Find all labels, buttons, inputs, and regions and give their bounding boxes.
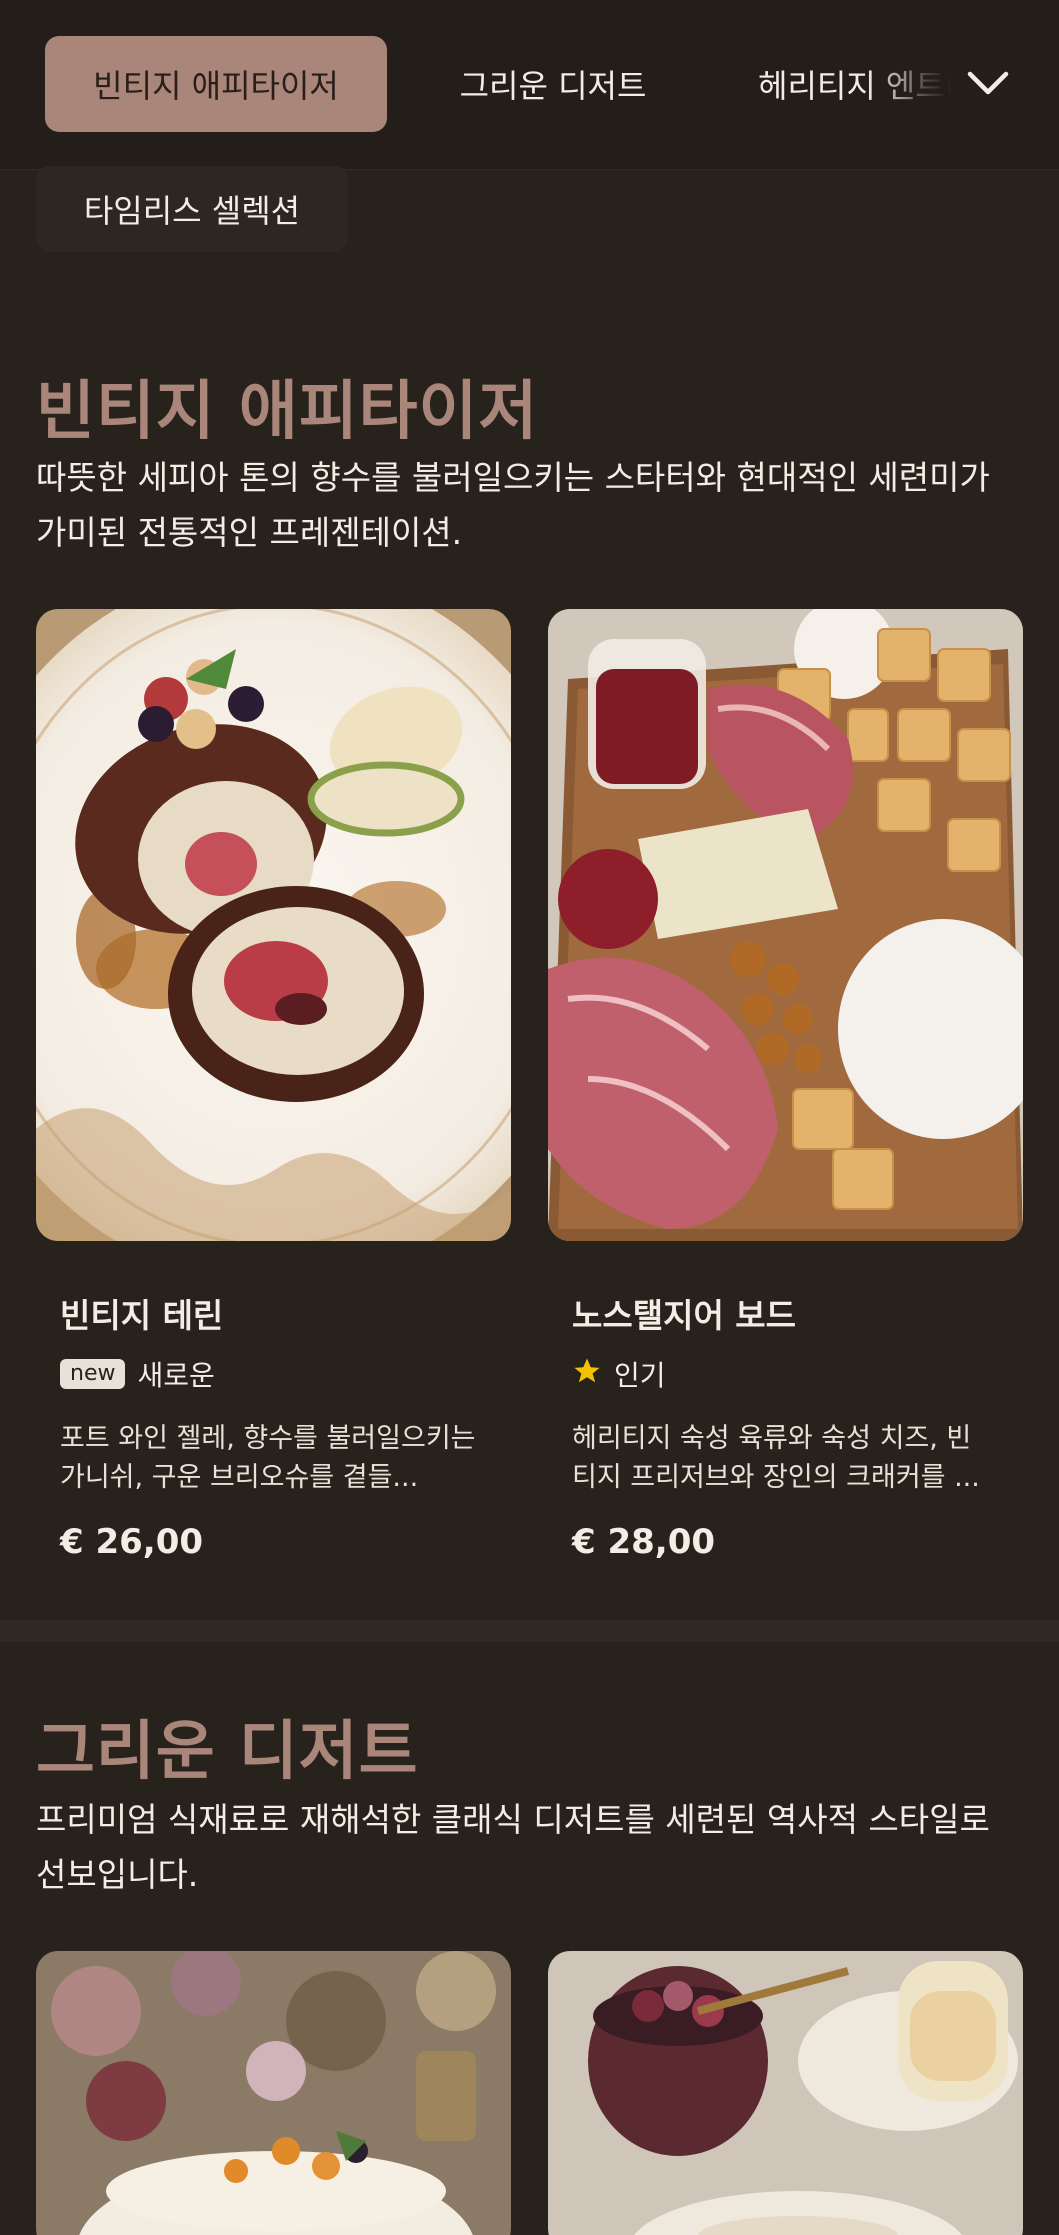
item-tag-row: 인기 bbox=[572, 1354, 666, 1394]
item-tag-label: 새로운 bbox=[137, 1359, 215, 1392]
menu-card-nostalgia-board[interactable]: 노스탤지어 보드 인기 헤리티지 숙성 육류와 숙성 치즈, 빈티지 프리저브와… bbox=[548, 609, 1023, 1609]
item-name: 빈티지 테린 bbox=[60, 1296, 224, 1335]
item-description: 헤리티지 숙성 육류와 숙성 치즈, 빈티지 프리저브와 장인의 크래커를 ..… bbox=[572, 1423, 980, 1493]
item-name: 노스탤지어 보드 bbox=[572, 1296, 797, 1335]
pudding-image bbox=[548, 1951, 1023, 2235]
section-description-appetizers: 따뜻한 세피아 톤의 향수를 불러일으키는 스타터와 현대적인 세련미가 가미된… bbox=[36, 458, 990, 552]
section-title-appetizers: 빈티지 애피타이저 bbox=[36, 375, 539, 449]
item-description: 포트 와인 젤레, 향수를 불러일으키는 가니쉬, 구운 브리오슈를 곁들... bbox=[60, 1423, 476, 1493]
item-tag-label: 인기 bbox=[614, 1359, 666, 1392]
section-title-desserts: 그리운 디저트 bbox=[36, 1715, 419, 1789]
section-description-desserts: 프리미엄 식재료로 재해석한 클래식 디저트를 세련된 역사적 스타일로 선보입… bbox=[36, 1800, 990, 1894]
new-badge: new bbox=[60, 1359, 126, 1389]
tab-nostalgic-desserts[interactable]: 그리운 디저트 bbox=[408, 36, 698, 132]
item-tag-row: new 새로운 bbox=[60, 1354, 215, 1394]
cake-image bbox=[36, 1951, 511, 2235]
item-price: € 26,00 bbox=[60, 1522, 204, 1562]
terrine-image bbox=[36, 609, 511, 1241]
charcuterie-board-image bbox=[548, 609, 1023, 1241]
chevron-down-icon[interactable] bbox=[962, 58, 1014, 110]
tab-timeless-selection[interactable]: 타임리스 셀렉션 bbox=[36, 166, 348, 252]
menu-card-dessert-1[interactable] bbox=[36, 1951, 511, 2235]
item-price: € 28,00 bbox=[572, 1522, 716, 1562]
category-tab-bar: 빈티지 애피타이저 그리운 디저트 헤리티지 엔트리 bbox=[0, 0, 1059, 170]
menu-card-dessert-2[interactable] bbox=[548, 1951, 1023, 2235]
section-divider bbox=[0, 1620, 1059, 1642]
menu-card-vintage-terrine[interactable]: 빈티지 테린 new 새로운 포트 와인 젤레, 향수를 불러일으키는 가니쉬,… bbox=[36, 609, 511, 1609]
star-icon bbox=[572, 1356, 602, 1393]
tab-vintage-appetizers[interactable]: 빈티지 애피타이저 bbox=[45, 36, 387, 132]
